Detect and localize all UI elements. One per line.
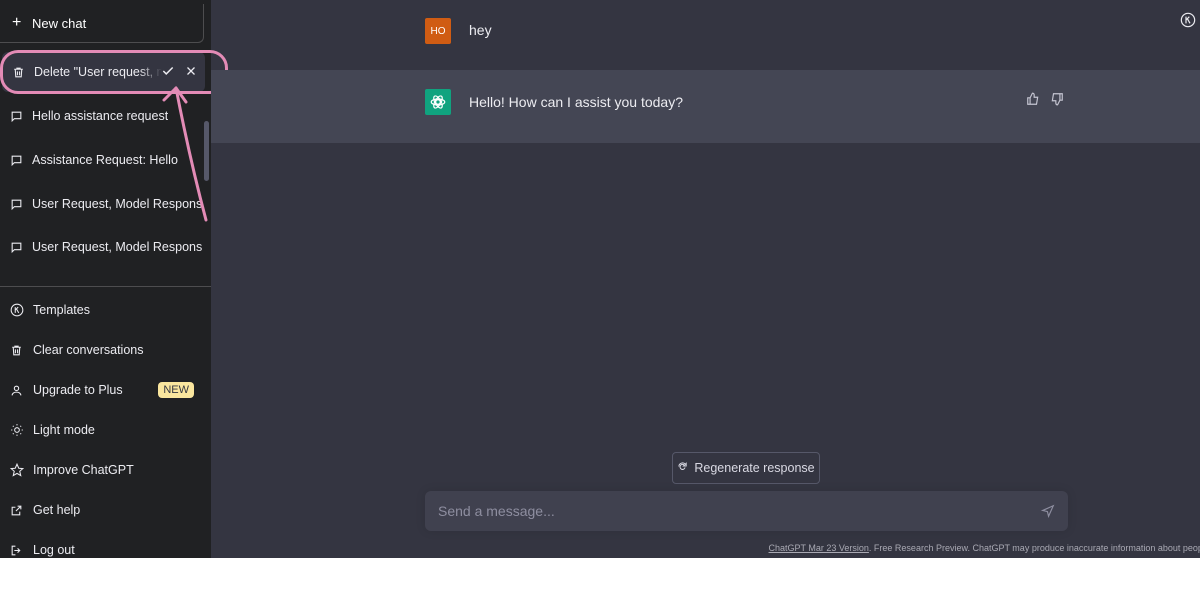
sun-icon	[10, 423, 33, 437]
star-icon	[10, 463, 33, 477]
conversation-pane: HO hey Hello! How can I assist you today…	[211, 0, 1200, 558]
chat-item[interactable]: Hello assistance request	[0, 96, 205, 136]
thumbs-down-icon[interactable]	[1050, 92, 1064, 111]
chat-item-delete-confirm[interactable]: Delete "User request, m	[2, 52, 205, 92]
user-icon	[10, 384, 33, 397]
upgrade-label: Upgrade to Plus	[33, 383, 123, 397]
footer-disclaimer: ChatGPT Mar 23 Version. Free Research Pr…	[211, 543, 1200, 553]
confirm-actions	[161, 52, 197, 92]
get-help-label: Get help	[33, 503, 81, 517]
assistant-message-text: Hello! How can I assist you today?	[469, 94, 683, 110]
message-icon	[10, 154, 32, 167]
sidebar-divider	[0, 286, 211, 287]
disclaimer-text: . Free Research Preview. ChatGPT may pro…	[868, 543, 1200, 553]
message-icon	[10, 198, 32, 211]
sidebar: + New chat Delete "User request, m Hello…	[0, 0, 211, 558]
user-message-text: hey	[469, 22, 492, 38]
user-avatar: HO	[425, 18, 451, 44]
log-out-button[interactable]: Log out	[0, 530, 205, 558]
plus-icon: +	[12, 14, 22, 31]
logout-icon	[10, 544, 33, 557]
chat-item-label: User Request, Model Respons	[32, 197, 203, 211]
cancel-x-icon[interactable]	[185, 65, 197, 80]
new-chat-label: New chat	[32, 15, 87, 31]
message-icon	[10, 110, 32, 123]
log-out-label: Log out	[33, 543, 75, 557]
external-link-icon	[10, 504, 33, 517]
message-composer	[425, 491, 1068, 531]
refresh-icon	[677, 461, 688, 475]
message-input[interactable]	[438, 491, 1018, 531]
chat-item[interactable]: User Request, Model Respons	[0, 184, 205, 224]
clear-conversations-label: Clear conversations	[33, 343, 144, 357]
send-icon[interactable]	[1040, 503, 1056, 519]
chat-list-scrollbar[interactable]	[204, 121, 209, 181]
version-link[interactable]: ChatGPT Mar 23 Version	[769, 543, 869, 553]
light-mode-label: Light mode	[33, 423, 95, 437]
light-mode-button[interactable]: Light mode	[0, 410, 205, 450]
trash-icon	[10, 344, 33, 357]
improve-label: Improve ChatGPT	[33, 463, 134, 477]
new-badge: NEW	[158, 382, 194, 398]
regenerate-response-button[interactable]: Regenerate response	[672, 452, 820, 484]
app-window: + New chat Delete "User request, m Hello…	[0, 0, 1200, 558]
assistant-message-row: Hello! How can I assist you today?	[211, 70, 1200, 143]
chat-item-label: Assistance Request: Hello	[32, 153, 178, 167]
user-message-row: HO hey	[211, 10, 1200, 70]
chat-item-label: Delete "User request, m	[34, 65, 162, 79]
chat-history-list[interactable]: Delete "User request, m Hello assistance…	[0, 50, 211, 286]
upgrade-to-plus-button[interactable]: Upgrade to Plus NEW	[0, 370, 205, 410]
new-chat-button[interactable]: + New chat	[0, 4, 204, 43]
improve-chatgpt-button[interactable]: Improve ChatGPT	[0, 450, 205, 490]
templates-label: Templates	[33, 303, 90, 317]
chat-item[interactable]: User Request, Model Respons	[0, 227, 205, 267]
k-circle-icon[interactable]	[1180, 12, 1196, 28]
templates-button[interactable]: Templates	[0, 290, 205, 330]
get-help-button[interactable]: Get help	[0, 490, 205, 530]
trash-icon	[12, 66, 34, 79]
chat-item[interactable]: Assistance Request: Hello	[0, 140, 205, 180]
regenerate-label: Regenerate response	[694, 461, 815, 475]
k-circle-icon	[10, 303, 33, 317]
confirm-check-icon[interactable]	[161, 64, 175, 81]
thumbs-up-icon[interactable]	[1026, 92, 1040, 111]
openai-logo-icon	[425, 89, 451, 115]
clear-conversations-button[interactable]: Clear conversations	[0, 330, 205, 370]
list-fade	[0, 276, 205, 286]
message-icon	[10, 241, 32, 254]
chat-item-label: Hello assistance request	[32, 109, 169, 123]
feedback-buttons	[1026, 92, 1064, 111]
chat-item-label: User Request, Model Respons	[32, 240, 203, 254]
